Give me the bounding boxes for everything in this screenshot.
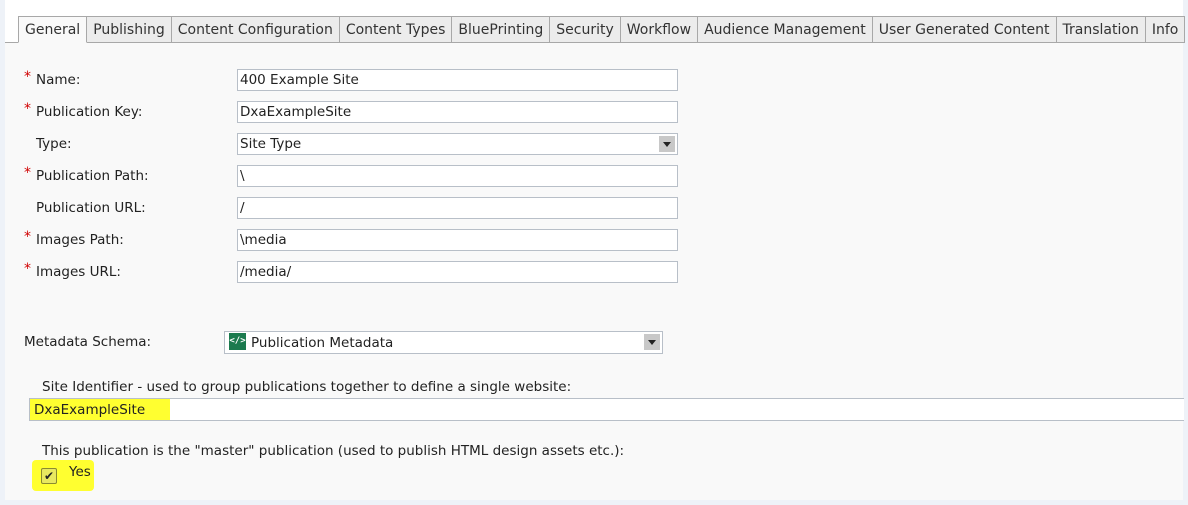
name-label: Name: (36, 72, 81, 88)
required-marker: * (24, 165, 31, 181)
type-select-value: Site Type (240, 136, 302, 152)
tab-info[interactable]: Info (1145, 16, 1186, 43)
publication-key-input[interactable]: DxaExampleSite (237, 101, 678, 123)
images-path-row: * Images Path: (24, 229, 124, 251)
publication-path-row: * Publication Path: (24, 165, 149, 187)
images-path-input[interactable]: \media (237, 229, 678, 251)
publication-path-label: Publication Path: (36, 168, 149, 184)
tab-general[interactable]: General (18, 16, 88, 43)
publication-url-label: Publication URL: (36, 200, 146, 216)
master-publication-checkbox[interactable]: ✔ (41, 468, 57, 484)
required-marker: * (24, 69, 31, 85)
chevron-down-icon[interactable] (644, 334, 660, 350)
tab-blueprinting[interactable]: BluePrinting (452, 16, 551, 43)
master-yes-label[interactable]: Yes (69, 464, 91, 480)
name-row: * Name: (24, 69, 80, 91)
publication-properties-page: General Publishing Content Configuration… (5, 0, 1186, 500)
type-select[interactable]: Site Type (237, 133, 678, 155)
tab-content-configuration[interactable]: Content Configuration (171, 16, 340, 43)
master-publication-label: This publication is the "master" publica… (42, 443, 625, 459)
chevron-down-icon[interactable] (659, 136, 675, 152)
site-identifier-input[interactable]: DxaExampleSite (29, 398, 1184, 421)
publication-key-row: * Publication Key: (24, 101, 142, 123)
tab-user-generated-content[interactable]: User Generated Content (872, 16, 1057, 43)
publication-key-label: Publication Key: (36, 104, 143, 120)
site-identifier-label: Site Identifier - used to group publicat… (42, 379, 572, 395)
tab-workflow[interactable]: Workflow (620, 16, 699, 43)
publication-url-input[interactable]: / (237, 197, 678, 219)
checkmark-icon: ✔ (43, 469, 55, 483)
type-label: Type: (36, 136, 72, 152)
schema-icon: </> (229, 333, 246, 350)
tab-audience-management[interactable]: Audience Management (698, 16, 873, 43)
tab-bar: General Publishing Content Configuration… (18, 16, 1186, 43)
site-identifier-value: DxaExampleSite (34, 402, 146, 418)
tab-translation[interactable]: Translation (1056, 16, 1146, 43)
tab-security[interactable]: Security (550, 16, 621, 43)
images-url-row: * Images URL: (24, 261, 121, 283)
required-marker: * (24, 101, 31, 117)
images-path-label: Images Path: (36, 232, 124, 248)
required-marker: * (24, 229, 31, 245)
metadata-schema-select[interactable]: </> Publication Metadata (224, 331, 663, 354)
metadata-schema-label: Metadata Schema: (24, 334, 152, 350)
tab-content-types[interactable]: Content Types (339, 16, 453, 43)
required-marker: * (24, 261, 31, 277)
metadata-schema-value: Publication Metadata (251, 335, 394, 351)
images-url-input[interactable]: /media/ (237, 261, 678, 283)
name-input[interactable]: 400 Example Site (237, 69, 678, 91)
publication-path-input[interactable]: \ (237, 165, 678, 187)
tab-publishing[interactable]: Publishing (87, 16, 172, 43)
images-url-label: Images URL: (36, 264, 121, 280)
